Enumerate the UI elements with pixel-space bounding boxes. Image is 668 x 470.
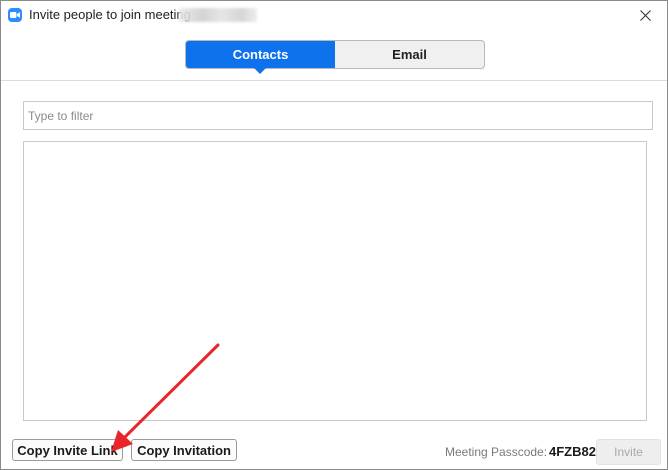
header-divider bbox=[1, 80, 667, 81]
zoom-camera-icon bbox=[8, 8, 22, 22]
tab-contacts[interactable]: Contacts bbox=[186, 41, 335, 68]
tab-email[interactable]: Email bbox=[335, 41, 484, 68]
meeting-passcode-value: 4FZB82 bbox=[549, 444, 596, 459]
meeting-passcode-label: Meeting Passcode: bbox=[445, 445, 548, 459]
contact-list[interactable] bbox=[23, 141, 647, 421]
copy-invitation-button[interactable]: Copy Invitation bbox=[131, 439, 237, 461]
invite-button[interactable]: Invite bbox=[596, 439, 661, 465]
contact-filter-input[interactable] bbox=[23, 101, 653, 130]
copy-invite-link-button[interactable]: Copy Invite Link bbox=[12, 439, 123, 461]
redacted-meeting-id bbox=[179, 8, 257, 22]
invite-method-tabs: Contacts Email bbox=[185, 40, 485, 69]
title-bar: Invite people to join meeting bbox=[1, 1, 667, 29]
active-tab-indicator bbox=[254, 68, 266, 74]
invite-dialog: Invite people to join meeting Contacts E… bbox=[0, 0, 668, 470]
window-title: Invite people to join meeting bbox=[29, 7, 191, 22]
close-icon bbox=[639, 9, 651, 21]
close-button[interactable] bbox=[629, 3, 661, 27]
